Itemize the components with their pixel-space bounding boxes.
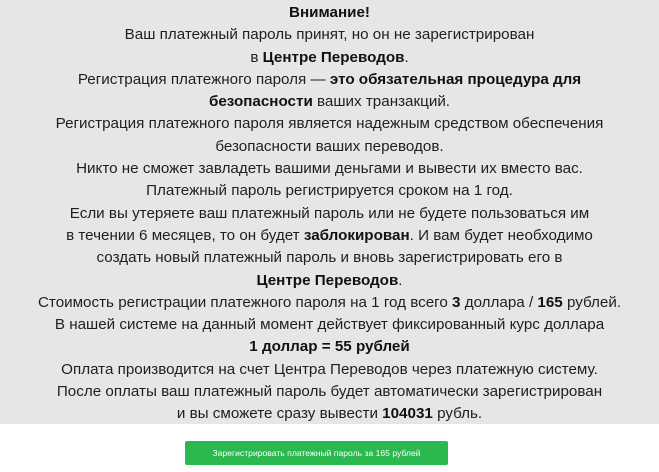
text-fragment: . И вам будет необходимо: [409, 226, 593, 244]
text-fragment: ваших транзакций.: [312, 93, 451, 111]
text-fragment: Никто не сможет завладеть вашими деньгам…: [76, 160, 583, 178]
notice-line: Никто не сможет завладеть вашими деньгам…: [0, 158, 659, 180]
emphasis-text: 165: [537, 293, 563, 311]
text-fragment: и вы сможете сразу вывести: [176, 405, 383, 423]
notice-line: безопасности ваших переводов.: [0, 136, 659, 158]
text-fragment: Платежный пароль регистрируется сроком н…: [146, 182, 513, 200]
register-password-button[interactable]: Зарегистрировать платежный пароль за 165…: [185, 441, 448, 465]
text-fragment: Ваш платежный пароль принят, но он не за…: [124, 26, 535, 44]
text-fragment: В нашей системе на данный момент действу…: [54, 316, 605, 334]
text-fragment: в: [250, 48, 263, 66]
notice-line: создать новый платежный пароль и вновь з…: [0, 247, 659, 269]
emphasis-text: 1 доллар = 55 рублей: [249, 338, 410, 356]
text-fragment: Оплата производится на счет Центра Перев…: [61, 360, 598, 378]
notice-line: Регистрация платежного пароля — это обяз…: [0, 69, 659, 91]
footer: Зарегистрировать платежный пароль за 165…: [0, 424, 659, 472]
notice-line: Стоимость регистрации платежного пароля …: [0, 292, 659, 314]
notice-line: и вы сможете сразу вывести 104031 рубль.: [0, 403, 659, 425]
notice-line: 1 доллар = 55 рублей: [0, 336, 659, 358]
text-fragment: .: [398, 271, 403, 289]
notice-line: Регистрация платежного пароля является н…: [0, 113, 659, 135]
notice-line: В нашей системе на данный момент действу…: [0, 314, 659, 336]
text-fragment: Стоимость регистрации платежного пароля …: [37, 293, 453, 311]
emphasis-text: Центре Переводов: [256, 271, 399, 289]
emphasis-text: безопасности: [208, 93, 313, 111]
emphasis-text: 104031: [382, 405, 433, 423]
emphasis-text: это обязательная процедура для: [329, 70, 582, 88]
notice-line: Платежный пароль регистрируется сроком н…: [0, 180, 659, 202]
text-fragment: создать новый платежный пароль и вновь з…: [96, 249, 563, 267]
notice-line: Ваш платежный пароль принят, но он не за…: [0, 24, 659, 46]
text-fragment: безопасности ваших переводов.: [215, 137, 444, 155]
text-fragment: рубль.: [432, 405, 483, 423]
notice-line: Центре Переводов.: [0, 270, 659, 292]
text-fragment: Если вы утеряете ваш платежный пароль ил…: [69, 204, 590, 222]
notice-line: Если вы утеряете ваш платежный пароль ил…: [0, 203, 659, 225]
notice-heading: Внимание!: [0, 2, 659, 24]
emphasis-text: заблокирован: [303, 226, 410, 244]
notice-line: в течении 6 месяцев, то он будет заблоки…: [0, 225, 659, 247]
text-fragment: После оплаты ваш платежный пароль будет …: [56, 383, 603, 401]
emphasis-text: Центре Переводов: [262, 48, 405, 66]
text-fragment: Регистрация платежного пароля —: [77, 70, 330, 88]
notice-line: безопасности ваших транзакций.: [0, 91, 659, 113]
notice-line: После оплаты ваш платежный пароль будет …: [0, 381, 659, 403]
notice-line: Оплата производится на счет Центра Перев…: [0, 359, 659, 381]
notice-line: в Центре Переводов.: [0, 47, 659, 69]
notice-panel: Внимание! Ваш платежный пароль принят, но…: [0, 0, 659, 424]
notice-text: Внимание! Ваш платежный пароль принят, но…: [0, 2, 659, 426]
emphasis-text: Внимание!: [289, 4, 370, 21]
text-fragment: .: [404, 48, 409, 66]
text-fragment: доллара /: [460, 293, 538, 311]
text-fragment: Регистрация платежного пароля является н…: [55, 115, 604, 133]
text-fragment: в течении 6 месяцев, то он будет: [66, 226, 304, 244]
text-fragment: рублей.: [562, 293, 622, 311]
